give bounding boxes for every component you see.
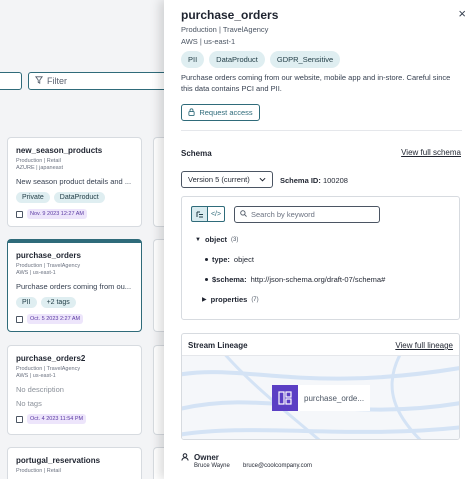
- lineage-node-topic[interactable]: purchase_orde...: [272, 385, 370, 411]
- drawer-cloud: AWS | us-east-1: [181, 37, 236, 46]
- catalog-search-input[interactable]: [0, 72, 22, 90]
- schema-version-select[interactable]: Version 5 (current): [181, 171, 273, 188]
- schema-viewer: </> Search by keyword ▼ object (3) type:…: [181, 196, 460, 320]
- schema-search-placeholder: Search by keyword: [251, 210, 315, 219]
- card-title: portugal_reservations: [16, 456, 101, 465]
- card-title: purchase_orders: [16, 251, 81, 260]
- schema-id: Schema ID: 100208: [280, 176, 348, 185]
- owner-heading: Owner: [194, 452, 219, 462]
- lineage-canvas[interactable]: purchase_orde...: [182, 356, 459, 439]
- stream-lineage-panel: Stream Lineage View full lineage purchas…: [181, 333, 460, 440]
- card-date: Nov. 9 2023 12:27 AM: [27, 209, 88, 219]
- card-cloud: AWS | us-east-1: [16, 270, 56, 276]
- tree-key: properties: [210, 295, 248, 304]
- schema-search-input[interactable]: Search by keyword: [234, 206, 380, 223]
- schema-heading: Schema: [181, 149, 212, 158]
- calendar-icon: [16, 210, 23, 218]
- tree-value: object: [233, 255, 254, 264]
- card-tag-more[interactable]: +2 tags: [40, 297, 76, 308]
- tree-key: $schema:: [212, 275, 247, 284]
- drawer-description: Purchase orders coming from our website,…: [181, 73, 451, 93]
- dataset-card-selected[interactable]: purchase_orders Production | TravelAgenc…: [7, 239, 142, 332]
- lineage-header: Stream Lineage View full lineage: [182, 334, 459, 356]
- dataset-card[interactable]: portugal_reservations Production | Retai…: [7, 447, 142, 479]
- filter-input[interactable]: Filter: [28, 72, 178, 90]
- tree-count: (7): [251, 296, 259, 303]
- caret-down-icon: ▼: [195, 236, 201, 243]
- tree-count: (3): [231, 236, 239, 243]
- view-toggle: </>: [191, 206, 225, 222]
- bullet-icon: [205, 258, 208, 261]
- request-access-button[interactable]: Request access: [181, 104, 260, 121]
- card-env: Production | TravelAgency: [16, 263, 81, 269]
- caret-right-icon: ▶: [202, 297, 207, 303]
- tag-dataproduct: DataProduct: [209, 51, 265, 68]
- owner-email[interactable]: bruce@coolcompany.com: [243, 463, 312, 469]
- chevron-down-icon: [259, 175, 266, 184]
- card-date: Oct. 4 2023 11:54 PM: [27, 414, 87, 424]
- calendar-icon: [16, 315, 23, 323]
- card-description: New season product details and ...: [16, 177, 132, 186]
- card-env: Production | TravelAgency: [16, 366, 81, 372]
- dataset-card[interactable]: new_season_products Production | Retail …: [7, 137, 142, 227]
- dataset-detail-drawer: × purchase_orders Production | TravelAge…: [164, 0, 474, 479]
- lock-icon: [188, 107, 195, 118]
- schema-id-value: 100208: [322, 176, 348, 185]
- card-description: No description: [16, 385, 64, 394]
- card-title: new_season_products: [16, 146, 103, 155]
- card-title: purchase_orders2: [16, 354, 86, 363]
- lineage-node-label: purchase_orde...: [304, 393, 365, 403]
- card-tag: Private: [16, 192, 50, 203]
- tree-value: http://json-schema.org/draft-07/schema#: [250, 275, 386, 284]
- calendar-icon: [16, 415, 23, 423]
- tree-view-icon[interactable]: [191, 206, 208, 222]
- card-env: Production | Retail: [16, 158, 61, 164]
- dataset-card[interactable]: purchase_orders2 Production | TravelAgen…: [7, 345, 142, 435]
- code-view-icon[interactable]: </>: [208, 206, 225, 222]
- card-date: Oct. 5 2023 2:27 AM: [27, 314, 84, 324]
- card-env: Production | Retail: [16, 468, 61, 474]
- card-cloud: AZURE | japaneast: [16, 165, 63, 171]
- topic-icon: [272, 385, 298, 411]
- version-value: Version 5 (current): [188, 175, 250, 184]
- lineage-title: Stream Lineage: [188, 341, 248, 350]
- drawer-env: Production | TravelAgency: [181, 25, 269, 34]
- tree-node-object[interactable]: ▼ object (3): [195, 235, 238, 244]
- owner-name: Bruce Wayne: [194, 463, 230, 469]
- card-no-tags: No tags: [16, 399, 42, 408]
- bullet-icon: [205, 278, 208, 281]
- user-icon: [181, 448, 189, 466]
- filter-icon: [35, 76, 43, 86]
- view-full-lineage-link[interactable]: View full lineage: [395, 341, 453, 350]
- tree-node-schema: $schema: http://json-schema.org/draft-07…: [205, 275, 385, 284]
- tag-gdpr: GDPR_Sensitive: [269, 51, 341, 68]
- tree-key: object: [204, 235, 228, 244]
- schema-id-label: Schema ID:: [280, 176, 321, 185]
- card-cloud: AWS | us-east-1: [16, 373, 56, 379]
- tree-key: type:: [212, 255, 230, 264]
- request-access-label: Request access: [199, 108, 253, 117]
- tree-node-properties[interactable]: ▶ properties (7): [202, 295, 259, 304]
- card-description: Purchase orders coming from ou...: [16, 282, 132, 291]
- search-icon: [240, 210, 247, 219]
- divider: [181, 130, 462, 131]
- drawer-title: purchase_orders: [181, 8, 279, 22]
- tag-pii: PII: [181, 51, 205, 68]
- drawer-tags: PII DataProduct GDPR_Sensitive: [181, 51, 341, 68]
- filter-placeholder: Filter: [47, 76, 67, 86]
- card-tag: DataProduct: [53, 192, 105, 203]
- tree-node-type: type: object: [205, 255, 254, 264]
- view-full-schema-link[interactable]: View full schema: [401, 148, 461, 157]
- close-icon[interactable]: ×: [458, 6, 466, 21]
- card-tag: PII: [16, 297, 37, 308]
